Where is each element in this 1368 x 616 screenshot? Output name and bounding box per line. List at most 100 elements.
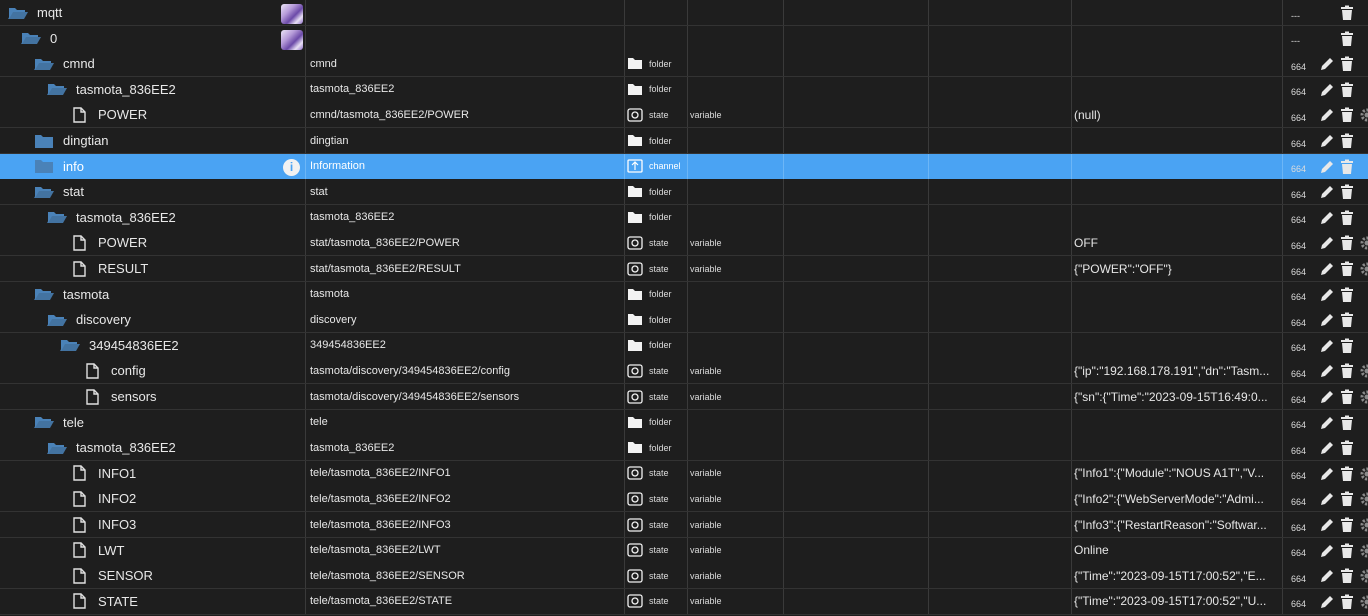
- object-name-cell[interactable]: tele: [0, 410, 305, 435]
- table-row[interactable]: 349454836EE2 349454836EE2 folder 664: [0, 332, 1368, 359]
- object-name-cell[interactable]: INFO3: [0, 512, 305, 537]
- object-value-cell[interactable]: (null): [1071, 102, 1282, 128]
- delete-icon[interactable]: [1339, 363, 1355, 379]
- delete-icon[interactable]: [1339, 389, 1355, 405]
- object-value-cell[interactable]: [1071, 332, 1282, 358]
- delete-icon[interactable]: [1339, 517, 1355, 533]
- delete-icon[interactable]: [1339, 107, 1355, 123]
- delete-icon[interactable]: [1339, 543, 1355, 559]
- object-value-cell[interactable]: [1071, 51, 1282, 77]
- object-room-cell[interactable]: [783, 409, 928, 435]
- delete-icon[interactable]: [1339, 568, 1355, 584]
- folder-open-icon[interactable]: [34, 286, 54, 302]
- folder-open-icon[interactable]: [34, 184, 54, 200]
- object-value-cell[interactable]: OFF: [1071, 230, 1282, 256]
- object-function-cell[interactable]: [928, 102, 1071, 128]
- edit-icon[interactable]: [1319, 517, 1335, 533]
- object-name-cell[interactable]: RESULT: [0, 256, 305, 281]
- edit-icon[interactable]: [1319, 82, 1335, 98]
- table-row[interactable]: sensors tasmota/discovery/349454836EE2/se…: [0, 384, 1368, 410]
- object-room-cell[interactable]: [783, 537, 928, 563]
- delete-icon[interactable]: [1339, 261, 1355, 277]
- object-name-cell[interactable]: tasmota_836EE2: [0, 77, 305, 102]
- edit-icon[interactable]: [1319, 210, 1335, 226]
- folder-closed-icon[interactable]: [34, 133, 54, 149]
- table-row[interactable]: tasmota_836EE2 tasmota_836EE2 folder 664: [0, 76, 1368, 103]
- object-name-cell[interactable]: discovery: [0, 307, 305, 332]
- object-name-cell[interactable]: info: [0, 154, 305, 179]
- gear-icon[interactable]: [1359, 107, 1368, 123]
- object-room-cell[interactable]: [783, 460, 928, 486]
- delete-icon[interactable]: [1339, 133, 1355, 149]
- table-row[interactable]: dingtian dingtian folder 664: [0, 128, 1368, 154]
- edit-icon[interactable]: [1319, 287, 1335, 303]
- edit-icon[interactable]: [1319, 491, 1335, 507]
- object-value-cell[interactable]: {"sn":{"Time":"2023-09-15T16:49:0...: [1071, 384, 1282, 409]
- object-room-cell[interactable]: [783, 256, 928, 281]
- object-room-cell[interactable]: [783, 307, 928, 333]
- table-row[interactable]: SENSOR tele/tasmota_836EE2/SENSOR state var…: [0, 563, 1368, 590]
- table-row[interactable]: INFO3 tele/tasmota_836EE2/INFO3 state varia…: [0, 512, 1368, 538]
- object-value-cell[interactable]: [1071, 153, 1282, 179]
- table-row[interactable]: cmnd cmnd folder 664: [0, 51, 1368, 78]
- table-row[interactable]: LWT tele/tasmota_836EE2/LWT state variable O…: [0, 537, 1368, 564]
- folder-open-icon[interactable]: [34, 414, 54, 430]
- table-row[interactable]: tele tele folder 664: [0, 409, 1368, 436]
- delete-icon[interactable]: [1339, 56, 1355, 72]
- object-value-cell[interactable]: [1071, 307, 1282, 333]
- table-row[interactable]: mqtt ---: [0, 0, 1368, 26]
- folder-open-icon[interactable]: [47, 81, 67, 97]
- delete-icon[interactable]: [1339, 159, 1355, 175]
- object-room-cell[interactable]: [783, 128, 928, 153]
- object-room-cell[interactable]: [783, 102, 928, 128]
- edit-icon[interactable]: [1319, 184, 1335, 200]
- delete-icon[interactable]: [1339, 491, 1355, 507]
- object-name-cell[interactable]: LWT: [0, 538, 305, 563]
- delete-icon[interactable]: [1339, 415, 1355, 431]
- object-name-cell[interactable]: SENSOR: [0, 563, 305, 588]
- object-room-cell[interactable]: [783, 179, 928, 205]
- object-function-cell[interactable]: [928, 128, 1071, 153]
- table-row[interactable]: POWER cmnd/tasmota_836EE2/POWER state varia…: [0, 102, 1368, 129]
- object-function-cell[interactable]: [928, 230, 1071, 256]
- folder-open-icon[interactable]: [8, 5, 28, 21]
- edit-icon[interactable]: [1319, 466, 1335, 482]
- gear-icon[interactable]: [1359, 261, 1368, 277]
- object-value-cell[interactable]: [1071, 0, 1282, 25]
- table-row[interactable]: tasmota tasmota folder 664: [0, 281, 1368, 308]
- object-room-cell[interactable]: [783, 281, 928, 307]
- object-room-cell[interactable]: [783, 0, 928, 25]
- edit-icon[interactable]: [1319, 338, 1335, 354]
- object-function-cell[interactable]: [928, 588, 1071, 614]
- object-room-cell[interactable]: [783, 384, 928, 409]
- object-function-cell[interactable]: [928, 179, 1071, 205]
- gear-icon[interactable]: [1359, 594, 1368, 610]
- folder-open-icon[interactable]: [47, 209, 67, 225]
- delete-icon[interactable]: [1339, 338, 1355, 354]
- table-row[interactable]: info i Information channel 664: [0, 153, 1368, 180]
- edit-icon[interactable]: [1319, 568, 1335, 584]
- folder-closed-icon[interactable]: [34, 158, 54, 174]
- object-room-cell[interactable]: [783, 588, 928, 614]
- object-value-cell[interactable]: [1071, 409, 1282, 435]
- delete-icon[interactable]: [1339, 82, 1355, 98]
- edit-icon[interactable]: [1319, 159, 1335, 175]
- object-function-cell[interactable]: [928, 25, 1071, 51]
- object-value-cell[interactable]: {"Info3":{"RestartReason":"Softwar...: [1071, 512, 1282, 537]
- object-value-cell[interactable]: [1071, 128, 1282, 153]
- table-row[interactable]: STATE tele/tasmota_836EE2/STATE state varia…: [0, 588, 1368, 615]
- delete-icon[interactable]: [1339, 466, 1355, 482]
- object-name-cell[interactable]: mqtt: [0, 0, 305, 25]
- object-value-cell[interactable]: [1071, 76, 1282, 102]
- edit-icon[interactable]: [1319, 312, 1335, 328]
- table-row[interactable]: tasmota_836EE2 tasmota_836EE2 folder 664: [0, 435, 1368, 462]
- object-function-cell[interactable]: [928, 384, 1071, 409]
- table-row[interactable]: tasmota_836EE2 tasmota_836EE2 folder 664: [0, 204, 1368, 231]
- object-name-cell[interactable]: POWER: [0, 230, 305, 255]
- delete-icon[interactable]: [1339, 312, 1355, 328]
- edit-icon[interactable]: [1319, 594, 1335, 610]
- table-row[interactable]: POWER stat/tasmota_836EE2/POWER state varia…: [0, 230, 1368, 257]
- object-name-cell[interactable]: tasmota_836EE2: [0, 435, 305, 460]
- delete-icon[interactable]: [1339, 594, 1355, 610]
- object-name-cell[interactable]: POWER: [0, 102, 305, 127]
